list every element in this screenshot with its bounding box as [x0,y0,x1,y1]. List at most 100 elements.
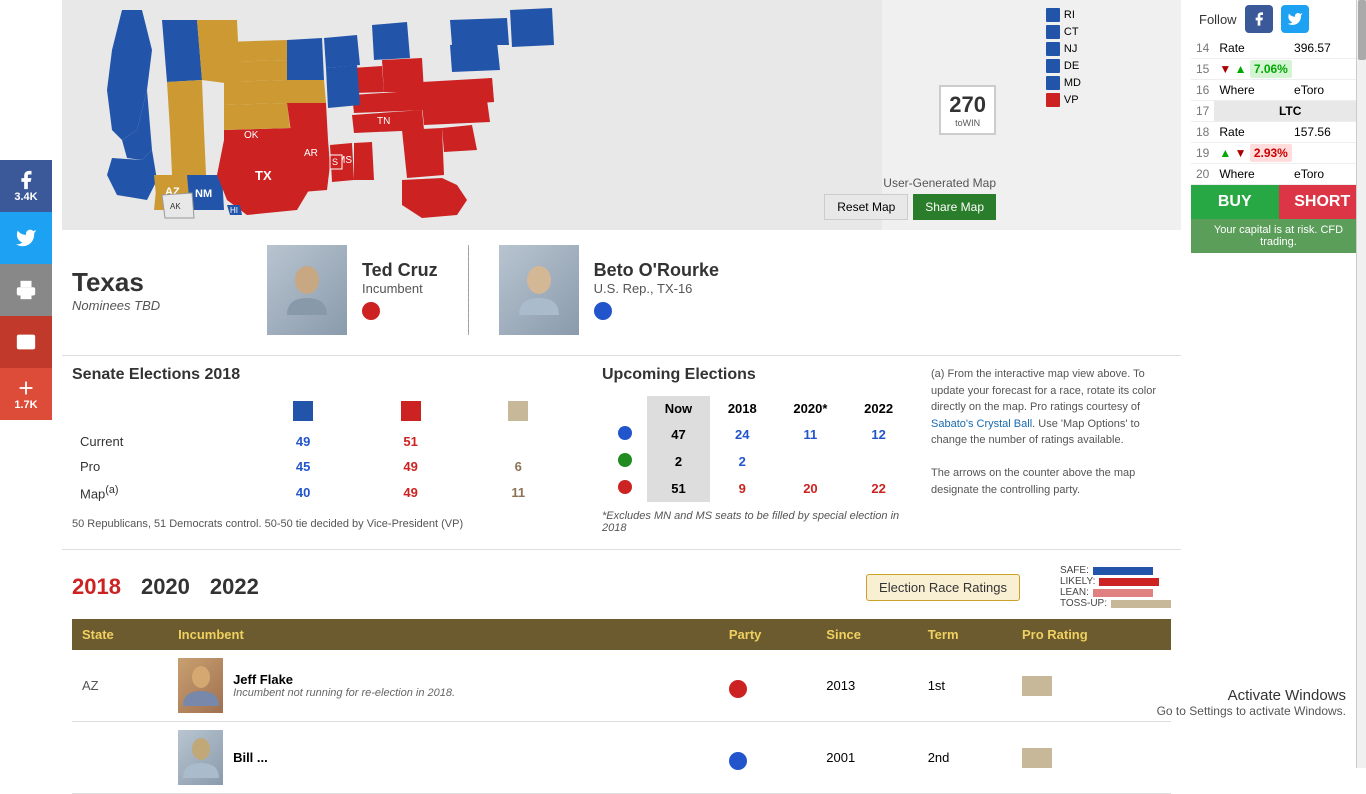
map-blue: 40 [249,479,357,506]
senate-footer-note: 50 Republicans, 51 Democrats control. 50… [72,516,562,533]
scrollbar-thumb[interactable] [1358,0,1366,60]
row-16-value: eToro [1289,80,1366,101]
upcoming-blue-2020: 11 [775,421,847,448]
year-selector: 2018 2020 2022 Election Race Ratings SAF… [62,549,1181,619]
legend-de-label: DE [1064,60,1079,72]
candidate1-name: Ted Cruz [362,260,438,281]
elections-grid: Current 49 51 Pro 45 49 6 Map(a) [72,396,572,506]
row-17-num: 17 [1191,101,1214,122]
risk-warning: Your capital is at risk. CFD trading. [1191,219,1366,253]
row-18-value: 157.56 [1289,122,1366,143]
upcoming-dot-red [618,480,632,494]
current-row: Current 49 51 [72,429,572,454]
short-button[interactable]: SHORT [1279,185,1366,219]
pro-label: Pro [72,454,249,479]
row-16-label: Where [1214,80,1289,101]
az-since-cell: 2013 [816,650,917,722]
legend-ri: RI [1046,8,1081,22]
az-pro-rating-bar [1022,676,1052,696]
candidate-section: Texas Nominees TBD Ted Cruz Incumbent [72,230,1181,355]
legend-likely: LIKELY: [1060,576,1171,587]
row-15-pct: 7.06% [1250,60,1292,78]
senators-header-row: State Incumbent Party Since Term Pro Rat… [72,619,1171,650]
state-mi [372,22,410,60]
upcoming-green-2020 [775,448,847,475]
email-button[interactable] [0,316,52,368]
legend-vp-label: VP [1064,94,1079,106]
map-row: Map(a) 40 49 11 [72,479,572,506]
hi-label: HI [230,206,238,215]
share-map-button[interactable]: Share Map [913,194,996,220]
state-oh [382,58,424,92]
follow-twitter-button[interactable] [1281,5,1309,33]
crypto-row-20: 20 Where eToro [1191,164,1366,185]
row-20-label: Where [1214,164,1289,185]
row-20-num: 20 [1191,164,1214,185]
facebook-button[interactable]: 3.4K [0,160,52,212]
ak-label: AK [170,202,181,211]
270-to-win-badge: 270 toWIN [939,85,996,135]
az-prorating-cell [1012,650,1171,722]
row2-prorating-cell [1012,722,1171,794]
activate-windows-subtitle: Go to Settings to activate Windows. [1157,704,1346,718]
col-2018: 2018 [710,396,775,421]
election-race-ratings-banner[interactable]: Election Race Ratings [866,574,1020,601]
upcoming-red-2018: 9 [710,475,775,502]
legend-md-label: MD [1064,77,1081,89]
buy-button[interactable]: BUY [1191,185,1279,219]
tn-label: TN [377,116,390,127]
row2-pro-rating-bar [1022,748,1052,768]
row2-state-cell [72,722,168,794]
legend-nj-label: NJ [1064,43,1077,55]
state-sc [442,125,477,152]
row-19-num: 19 [1191,143,1214,164]
crypto-row-18: 18 Rate 157.56 [1191,122,1366,143]
legend-tossup: TOSS-UP: [1060,598,1171,609]
year-2020-link[interactable]: 2020 [141,574,190,600]
tossup-color-bar [1111,600,1171,608]
row2-info: Bill ... [233,750,268,765]
state-wy [167,80,204,130]
candidate2-info: Beto O'Rourke U.S. Rep., TX-16 [594,260,719,320]
follow-label: Follow [1199,12,1237,27]
candidate1-info: Ted Cruz Incumbent [362,260,438,320]
pro-blue: 45 [249,454,357,479]
legend-vp: VP [1046,93,1081,107]
crypto-row-14: 14 Rate 396.57 [1191,38,1366,59]
crystal-ball-link[interactable]: Sabato's Crystal Ball [931,418,1032,430]
candidate1-party-dot [362,302,380,320]
nm-label: NM [195,188,212,200]
pro-ratings-note: (a) From the interactive map view above.… [911,366,1171,534]
map-legend: RI CT NJ DE MD [1046,8,1081,107]
state-ny [450,18,509,45]
upcoming-red-now: 51 [647,475,710,502]
print-button[interactable] [0,264,52,316]
center-content: AZ NM TX OK [52,0,1191,794]
year-2022-link[interactable]: 2022 [210,574,259,600]
legend-lean-label: LEAN: [1060,587,1089,598]
likely-color-bar [1099,578,1159,586]
candidate1-title: Incumbent [362,281,438,296]
reset-map-button[interactable]: Reset Map [824,194,908,220]
state-al [354,142,374,180]
current-blue: 49 [249,429,357,454]
legend-ri-label: RI [1064,9,1075,21]
upcoming-dot-blue [618,426,632,440]
candidate1-card: Ted Cruz Incumbent [267,245,438,335]
row-14-num: 14 [1191,38,1214,59]
upcoming-green-2022 [846,448,911,475]
twitter-button[interactable] [0,212,52,264]
follow-facebook-button[interactable] [1245,5,1273,33]
year-2018-link[interactable]: 2018 [72,574,121,600]
ratings-banner-label: Election Race Ratings [879,580,1007,595]
safe-color-bar [1093,567,1153,575]
state-name: Texas [72,267,267,298]
facebook-count: 3.4K [14,191,37,203]
senator-row-2: Bill ... 2001 2nd [72,722,1171,794]
state-ok [224,128,294,140]
col-2020: 2020* [775,396,847,421]
upcoming-red-2022: 22 [846,475,911,502]
upcoming-red-2020: 20 [775,475,847,502]
scrollbar[interactable] [1356,0,1366,768]
plus-button[interactable]: 1.7K [0,368,52,420]
